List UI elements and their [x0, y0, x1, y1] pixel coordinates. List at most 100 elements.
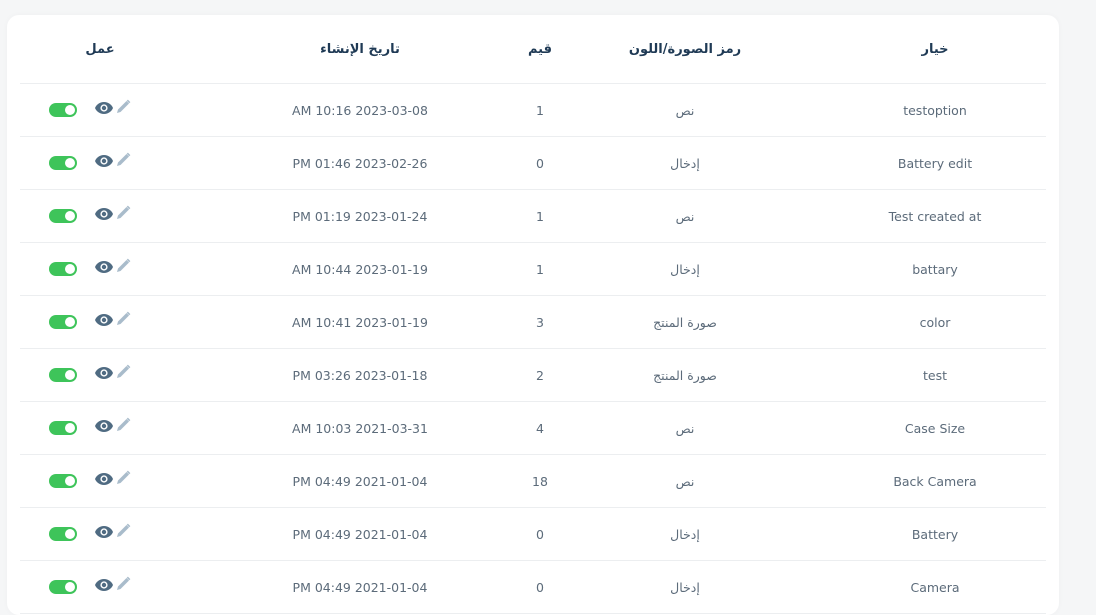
pencil-icon[interactable]	[115, 258, 131, 278]
type-cell: صورة المنتج	[653, 314, 717, 330]
status-toggle[interactable]	[49, 156, 77, 170]
eye-icon[interactable]	[94, 312, 114, 331]
values-count-cell: 2	[536, 367, 544, 383]
row-actions	[49, 508, 77, 560]
row-actions	[49, 190, 77, 242]
toggle-knob	[65, 105, 75, 115]
row-actions	[49, 455, 77, 507]
row-actions	[49, 84, 77, 136]
option-name-cell: Battery edit	[897, 155, 973, 171]
option-name-cell: Test created at	[888, 208, 982, 224]
eye-icon[interactable]	[94, 259, 114, 278]
status-toggle[interactable]	[49, 262, 77, 276]
created-at-cell: PM 04:49 2021-01-04	[292, 579, 428, 595]
header-option: خيار	[921, 41, 949, 57]
eye-icon[interactable]	[94, 100, 114, 119]
type-cell: إدخال	[670, 155, 700, 171]
option-name-cell: testoption	[903, 102, 967, 118]
status-toggle[interactable]	[49, 368, 77, 382]
row-actions	[49, 402, 77, 454]
eye-icon[interactable]	[94, 577, 114, 596]
table-row: PM 01:46 2023-02-26 0 إدخال Battery edit	[20, 137, 1046, 190]
created-at-cell: AM 10:41 2023-01-19	[292, 314, 428, 330]
created-at-cell: AM 10:44 2023-01-19	[292, 261, 428, 277]
type-cell: نص	[675, 208, 695, 224]
values-count-cell: 3	[536, 314, 544, 330]
status-toggle[interactable]	[49, 527, 77, 541]
toggle-knob	[65, 158, 75, 168]
row-actions	[49, 296, 77, 348]
pencil-icon[interactable]	[115, 205, 131, 225]
table-row: AM 10:41 2023-01-19 3 صورة المنتج color	[20, 296, 1046, 349]
values-count-cell: 1	[536, 261, 544, 277]
row-icon-buttons	[94, 417, 131, 437]
values-count-cell: 0	[536, 579, 544, 595]
options-table: عمل تاريخ الإنشاء قيم رمز الصورة/اللون خ…	[20, 15, 1046, 614]
option-name-cell: test	[922, 367, 947, 383]
status-toggle[interactable]	[49, 421, 77, 435]
toggle-knob	[65, 582, 75, 592]
table-header: عمل تاريخ الإنشاء قيم رمز الصورة/اللون خ…	[20, 15, 1046, 84]
row-icon-buttons	[94, 311, 131, 331]
toggle-knob	[65, 317, 75, 327]
eye-icon[interactable]	[94, 206, 114, 225]
created-at-cell: PM 01:19 2023-01-24	[292, 208, 428, 224]
status-toggle[interactable]	[49, 103, 77, 117]
pencil-icon[interactable]	[115, 152, 131, 172]
pencil-icon[interactable]	[115, 576, 131, 596]
row-icon-buttons	[94, 99, 131, 119]
type-cell: نص	[675, 473, 695, 489]
toggle-knob	[65, 264, 75, 274]
eye-icon[interactable]	[94, 365, 114, 384]
toggle-knob	[65, 423, 75, 433]
eye-icon[interactable]	[94, 418, 114, 437]
toggle-knob	[65, 370, 75, 380]
values-count-cell: 0	[536, 155, 544, 171]
toggle-knob	[65, 211, 75, 221]
row-actions	[49, 561, 77, 613]
type-cell: نص	[675, 420, 695, 436]
table-row: PM 04:49 2021-01-04 0 إدخال Battery	[20, 508, 1046, 561]
option-name-cell: Back Camera	[893, 473, 977, 489]
type-cell: إدخال	[670, 526, 700, 542]
table-row: AM 10:03 2021-03-31 4 نص Case Size	[20, 402, 1046, 455]
row-icon-buttons	[94, 152, 131, 172]
table-row: PM 01:19 2023-01-24 1 نص Test created at	[20, 190, 1046, 243]
table-row: PM 04:49 2021-01-04 0 إدخال Camera	[20, 561, 1046, 614]
row-actions	[49, 243, 77, 295]
status-toggle[interactable]	[49, 474, 77, 488]
row-icon-buttons	[94, 470, 131, 490]
header-type: رمز الصورة/اللون	[628, 41, 742, 57]
table-row: PM 03:26 2023-01-18 2 صورة المنتج test	[20, 349, 1046, 402]
pencil-icon[interactable]	[115, 311, 131, 331]
header-values: قيم	[527, 41, 552, 57]
status-toggle[interactable]	[49, 209, 77, 223]
pencil-icon[interactable]	[115, 417, 131, 437]
created-at-cell: AM 10:16 2023-03-08	[292, 102, 428, 118]
eye-icon[interactable]	[94, 153, 114, 172]
toggle-knob	[65, 529, 75, 539]
option-name-cell: Battery	[911, 526, 959, 542]
created-at-cell: PM 03:26 2023-01-18	[292, 367, 428, 383]
created-at-cell: PM 04:49 2021-01-04	[292, 526, 428, 542]
pencil-icon[interactable]	[115, 99, 131, 119]
type-cell: إدخال	[670, 261, 700, 277]
eye-icon[interactable]	[94, 471, 114, 490]
values-count-cell: 18	[532, 473, 548, 489]
options-card: عمل تاريخ الإنشاء قيم رمز الصورة/اللون خ…	[7, 15, 1059, 615]
type-cell: إدخال	[670, 579, 700, 595]
status-toggle[interactable]	[49, 580, 77, 594]
eye-icon[interactable]	[94, 524, 114, 543]
values-count-cell: 4	[536, 420, 544, 436]
header-action: عمل	[85, 41, 115, 57]
table-row: PM 04:49 2021-01-04 18 نص Back Camera	[20, 455, 1046, 508]
pencil-icon[interactable]	[115, 364, 131, 384]
pencil-icon[interactable]	[115, 523, 131, 543]
created-at-cell: PM 01:46 2023-02-26	[292, 155, 428, 171]
status-toggle[interactable]	[49, 315, 77, 329]
row-actions	[49, 349, 77, 401]
pencil-icon[interactable]	[115, 470, 131, 490]
option-name-cell: Camera	[910, 579, 960, 595]
table-body: AM 10:16 2023-03-08 1 نص testoption PM 0…	[20, 84, 1046, 614]
type-cell: نص	[675, 102, 695, 118]
